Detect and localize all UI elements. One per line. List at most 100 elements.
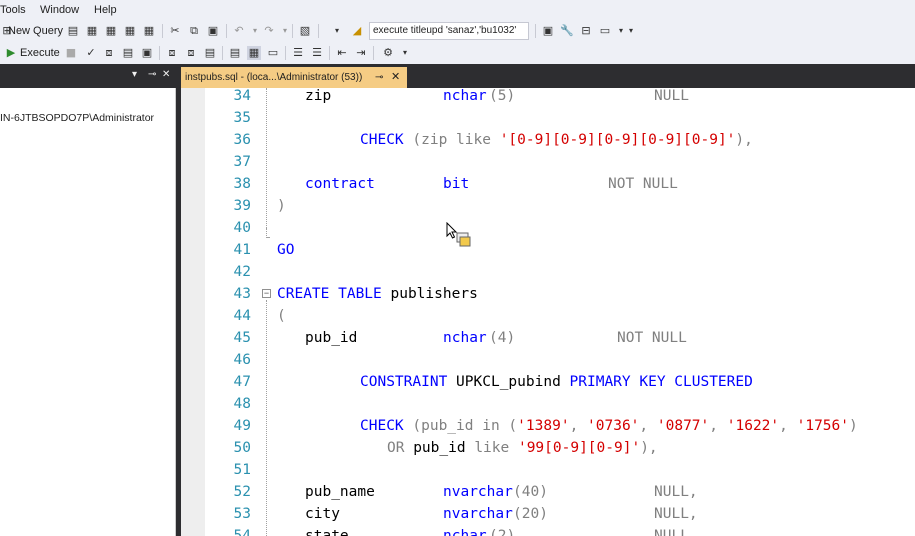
code-token: contract [305,176,375,192]
intellisense-icon[interactable]: ▣ [140,46,154,60]
pin-icon[interactable]: ⊸ [148,69,156,80]
line-number: 44 [233,308,251,324]
separator [373,46,374,60]
line-number: 52 [233,484,251,500]
code-token: '99[0-9][0-9]' [509,440,641,456]
code-token: nchar [443,528,487,536]
close-icon[interactable]: ✕ [162,69,170,80]
cancel-query-icon[interactable]: ■ [64,46,78,60]
code-line-54: state nchar (2) NULL [305,525,689,536]
tab-pin-icon[interactable]: ⊸ [375,67,383,88]
dropdown-icon[interactable]: ▾ [132,69,137,80]
tab-title: instpubs.sql - (loca...\Administrator (5… [185,72,363,83]
code-token: ), [640,440,658,456]
code-token: in [482,418,500,434]
menu-window[interactable]: Window [40,4,79,16]
code-token: NULL, [654,484,698,500]
code-line-38: contract bit NOT NULL [305,173,678,195]
results-to-grid-icon[interactable]: ▦ [247,46,261,60]
server-node[interactable]: IN-6JTBSOPDO7P\Administrator [0,112,154,124]
window-icon[interactable]: ▭ [598,24,612,38]
outline-guide-end [266,228,270,238]
code-line-50: OR pub_id like '99[0-9][0-9]'), [387,437,658,459]
toolbar-options-icon[interactable]: ▾ [398,46,412,60]
paste-icon[interactable]: ▣ [206,24,220,38]
code-line-47: CONSTRAINT UPKCL_pubind PRIMARY KEY CLUS… [360,371,753,393]
comment-icon[interactable]: ☰ [291,46,305,60]
results-to-text-icon[interactable]: ▤ [228,46,242,60]
mdx-query-icon[interactable]: ▦ [85,24,99,38]
uncomment-icon[interactable]: ☰ [310,46,324,60]
find-combo[interactable]: execute titleupd 'sanaz','bu1032' [369,22,529,40]
code-line-39: ) [277,198,286,214]
code-token: '0736' [587,418,640,434]
redo-icon[interactable]: ↷ [262,24,276,38]
code-token: OR [387,440,405,456]
include-plan-icon[interactable]: ⧈ [165,46,179,60]
activity-monitor-icon[interactable]: ▧ [298,24,312,38]
line-number: 36 [233,132,251,148]
separator [329,46,330,60]
copy-icon[interactable]: ⧉ [187,24,201,38]
code-token: nvarchar [443,484,513,500]
separator [535,24,536,38]
code-token: bit [443,176,470,192]
code-token: pub_id [305,330,358,346]
specify-values-icon[interactable]: ⚙ [381,46,395,60]
registered-servers-icon[interactable]: ▣ [541,24,555,38]
xmla-query-icon[interactable]: ▦ [123,24,137,38]
cut-icon[interactable]: ✂ [168,24,182,38]
new-query-button[interactable]: New Query [8,23,63,39]
dmx-query-icon[interactable]: ▦ [104,24,118,38]
menu-help[interactable]: Help [94,4,117,16]
collapse-icon[interactable]: − [262,289,271,298]
separator [222,46,223,60]
sql-editor[interactable]: 34 35 36 37 38 39 40 41 42 43 44 45 46 4… [181,88,915,536]
query-options-icon[interactable]: ▤ [121,46,135,60]
wrench-icon[interactable]: 🔧 [560,24,574,38]
separator [318,24,319,38]
tab-close-icon[interactable]: ✕ [391,67,400,88]
undo-icon[interactable]: ↶ [232,24,246,38]
code-token: CONSTRAINT [360,374,448,390]
menu-tools[interactable]: Tools [0,4,26,16]
execute-icon[interactable]: ▶ [4,46,18,60]
line-number: 53 [233,506,251,522]
tab-instpubs-sql[interactable]: instpubs.sql - (loca...\Administrator (5… [181,67,407,88]
display-plan-icon[interactable]: ⧈ [102,46,116,60]
client-stats-icon[interactable]: ▤ [203,46,217,60]
outline-guide [266,300,267,536]
line-number: 48 [233,396,251,412]
undo-dropdown-icon[interactable]: ▾ [248,24,262,38]
decrease-indent-icon[interactable]: ⇤ [335,46,349,60]
code-token: NULL [654,528,689,536]
mouse-cursor-icon [446,222,471,247]
code-token: NULL, [654,506,698,522]
live-stats-icon[interactable]: ⧈ [184,46,198,60]
toolbox-icon[interactable]: ⊟ [579,24,593,38]
code-token: NULL [654,88,689,104]
toolbar-options-icon[interactable]: ▾ [624,24,638,38]
solution-config-dropdown-icon[interactable]: ▾ [330,24,344,38]
code-token: (20) [513,506,548,522]
dax-query-icon[interactable]: ▦ [142,24,156,38]
code-line-36: CHECK (zip like '[0-9][0-9][0-9][0-9][0-… [360,129,753,151]
redo-dropdown-icon[interactable]: ▾ [278,24,292,38]
parse-icon[interactable]: ✓ [84,46,98,60]
line-number: 51 [233,462,251,478]
execute-button[interactable]: Execute [20,45,60,61]
find-in-files-icon[interactable]: ◢ [350,24,364,38]
results-to-file-icon[interactable]: ▭ [266,46,280,60]
code-token: , [569,418,588,434]
code-line-44: ( [277,308,286,324]
separator [162,24,163,38]
code-token: (40) [513,484,548,500]
code-token: CHECK [360,132,404,148]
database-query-icon[interactable]: ▤ [66,24,80,38]
code-token: (4) [489,330,516,346]
code-token: (pub_id [403,418,483,434]
code-token: '[0-9][0-9][0-9][0-9][0-9]' [490,132,736,148]
separator [226,24,227,38]
line-number: 40 [233,220,251,236]
increase-indent-icon[interactable]: ⇥ [354,46,368,60]
